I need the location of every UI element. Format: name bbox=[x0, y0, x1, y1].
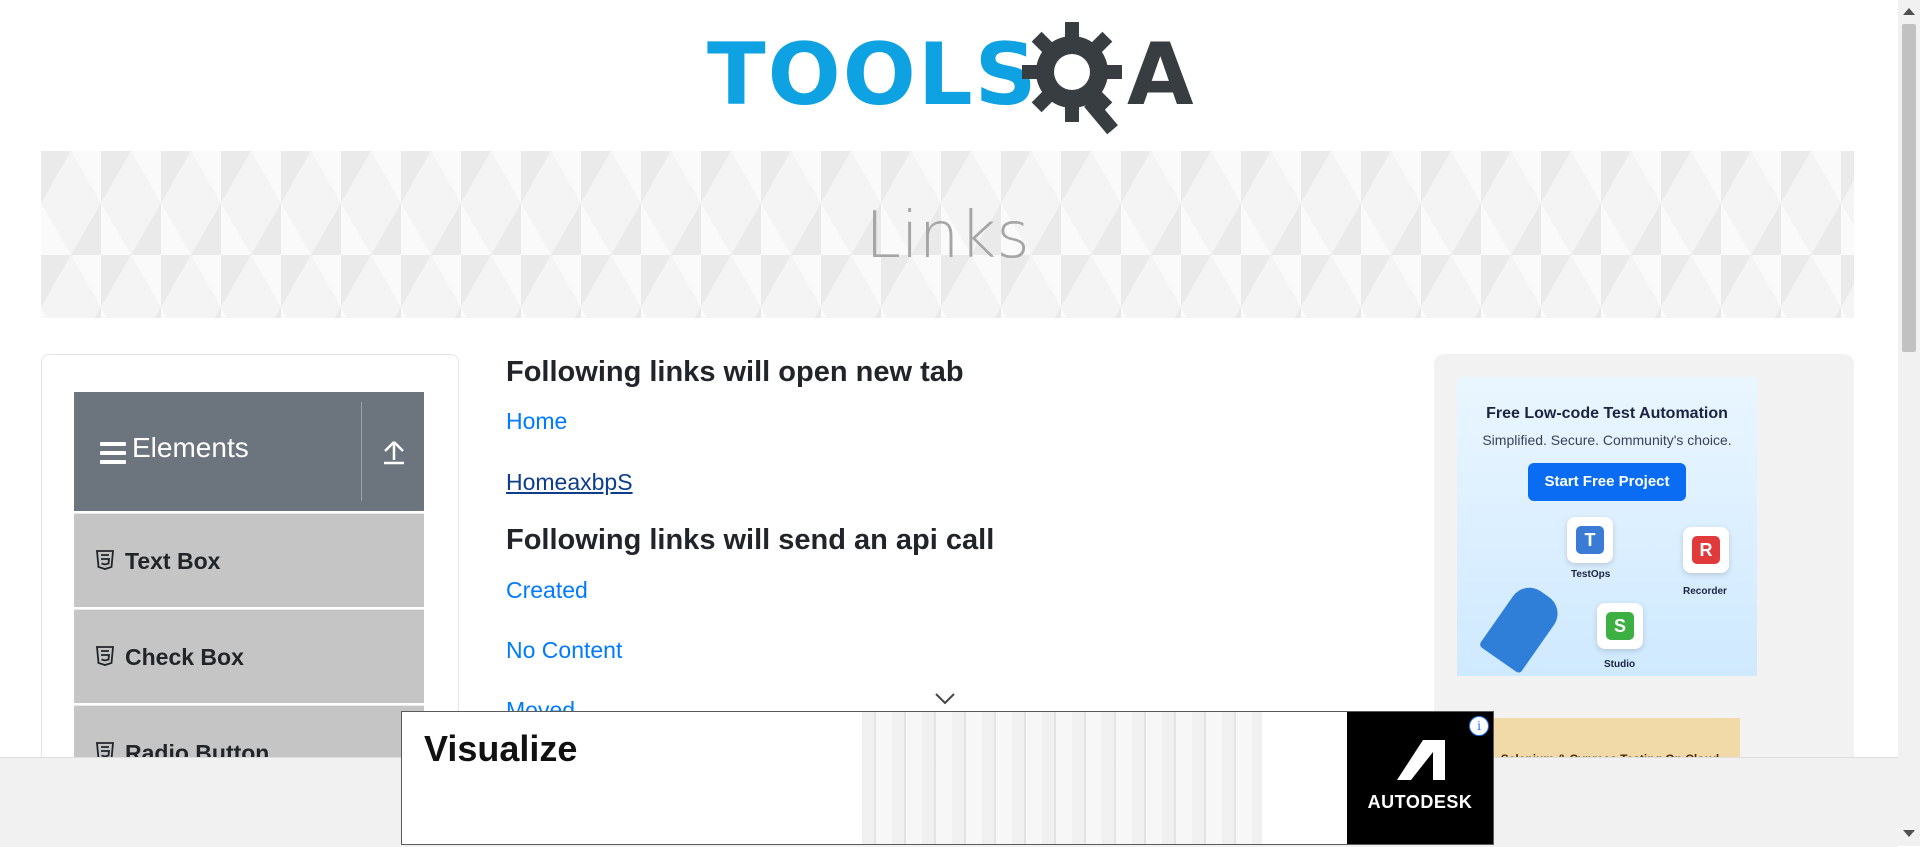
page-scrollbar[interactable] bbox=[1898, 0, 1920, 846]
sidebar-item-label: Check Box bbox=[125, 644, 244, 670]
machine-illustration bbox=[862, 712, 1262, 844]
scroll-up-icon[interactable] bbox=[1903, 8, 1915, 15]
ad-headline: Visualize bbox=[424, 728, 578, 769]
studio-caption: Studio bbox=[1604, 659, 1636, 670]
collapse-arrow-icon[interactable] bbox=[382, 438, 406, 466]
recorder-tile: R bbox=[1683, 527, 1729, 573]
testops-caption: TestOps bbox=[1571, 569, 1611, 580]
logo-text: TOOLS bbox=[707, 25, 1039, 125]
header-divider bbox=[361, 402, 362, 501]
sidebar: Elements Text Box Check Box Radio Button bbox=[41, 354, 459, 814]
scroll-down-icon[interactable] bbox=[1903, 830, 1915, 837]
page-title: Links bbox=[865, 199, 1030, 273]
chevron-down-icon[interactable] bbox=[934, 692, 956, 706]
api-call-heading: Following links will send an api call bbox=[506, 524, 995, 556]
sidebar-item-label: Text Box bbox=[125, 548, 221, 574]
testops-tile: T bbox=[1567, 517, 1613, 563]
new-tab-heading: Following links will open new tab bbox=[506, 356, 964, 388]
dynamic-home-link[interactable]: HomeaxbpS bbox=[506, 469, 633, 496]
recorder-caption: Recorder bbox=[1683, 586, 1727, 597]
toolsqa-logo[interactable]: TOOLS A bbox=[707, 22, 1194, 134]
created-link[interactable]: Created bbox=[506, 577, 588, 604]
home-link[interactable]: Home bbox=[506, 408, 567, 435]
sidebar-group-title: Elements bbox=[132, 432, 249, 463]
page-banner: Links bbox=[41, 151, 1854, 318]
sidebar-item-text-box[interactable]: Text Box bbox=[74, 513, 424, 607]
gear-magnifier-icon bbox=[1022, 22, 1122, 134]
autodesk-ad[interactable]: Visualize AUTODESK i bbox=[401, 711, 1494, 845]
sidebar-item-check-box[interactable]: Check Box bbox=[74, 609, 424, 703]
katalon-ad[interactable]: Free Low-code Test Automation Simplified… bbox=[1457, 377, 1757, 676]
ad-info-icon[interactable]: i bbox=[1469, 716, 1489, 736]
studio-glyph: S bbox=[1606, 612, 1634, 640]
html5-icon bbox=[96, 550, 114, 570]
scroll-thumb[interactable] bbox=[1902, 24, 1916, 352]
html5-icon bbox=[96, 646, 114, 666]
start-free-project-button[interactable]: Start Free Project bbox=[1528, 463, 1686, 501]
autodesk-logo-icon bbox=[1397, 740, 1445, 780]
ad-headline: Free Low-code Test Automation bbox=[1486, 405, 1728, 422]
testops-glyph: T bbox=[1576, 526, 1604, 554]
no-content-link[interactable]: No Content bbox=[506, 637, 622, 664]
hamburger-icon bbox=[100, 442, 126, 464]
logo-suffix: A bbox=[1127, 25, 1194, 125]
recorder-glyph: R bbox=[1692, 536, 1720, 564]
autodesk-label: AUTODESK bbox=[1367, 792, 1473, 812]
studio-tile: S bbox=[1597, 603, 1643, 649]
robot-arm-illustration bbox=[1478, 579, 1566, 675]
sidebar-group-elements[interactable]: Elements bbox=[74, 392, 424, 511]
right-ad-panel: Free Low-code Test Automation Simplified… bbox=[1434, 354, 1854, 814]
ad-subline: Simplified. Secure. Community's choice. bbox=[1482, 432, 1732, 448]
